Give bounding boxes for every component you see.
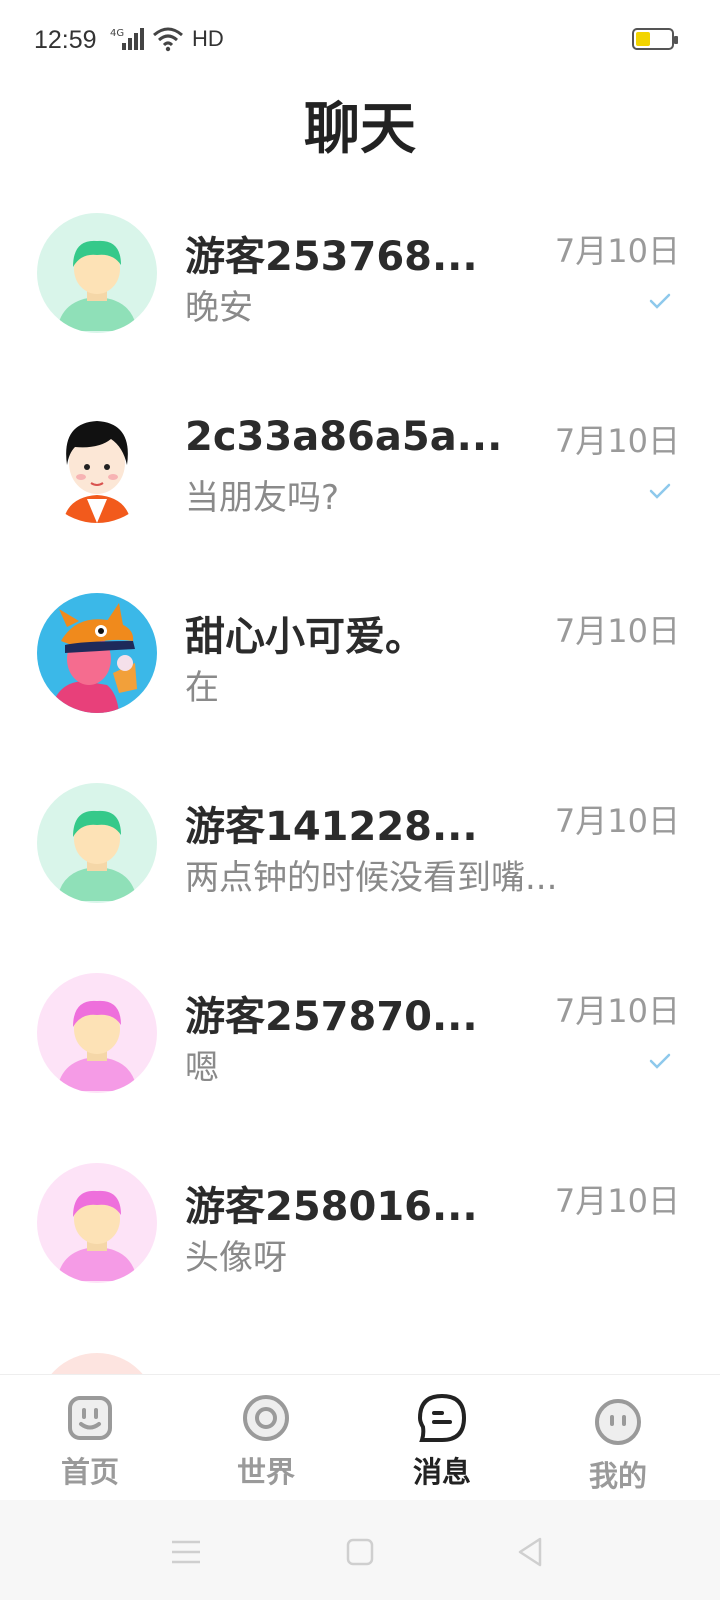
read-check-icon xyxy=(649,293,671,309)
pink-default-avatar[interactable] xyxy=(37,1163,157,1283)
nav-world[interactable]: 世界 xyxy=(176,1375,356,1501)
chat-date: 7月10日 xyxy=(554,802,680,840)
partial-avatar[interactable] xyxy=(37,1353,157,1374)
green-default-avatar[interactable] xyxy=(37,783,157,903)
system-nav-bar xyxy=(0,1500,720,1600)
chat-name: 游客258016... xyxy=(185,1184,478,1230)
chat-item[interactable]: 游客141228... 两点钟的时候没看到嘴... 7月10日 xyxy=(0,750,720,940)
read-check-icon xyxy=(649,1053,671,1069)
chat-date: 7月10日 xyxy=(554,612,680,650)
green-default-avatar[interactable] xyxy=(37,213,157,333)
world-ring-icon xyxy=(243,1395,289,1441)
illustrated-girl-avatar[interactable] xyxy=(37,593,157,713)
chat-date: 7月10日 xyxy=(554,422,680,460)
page-title: 聊天 xyxy=(304,97,416,162)
chat-preview: 头像呀 xyxy=(185,1238,287,1278)
chat-item[interactable]: 游客253768... 晚安 7月10日 xyxy=(0,180,720,370)
pink-default-avatar[interactable] xyxy=(37,973,157,1093)
chat-item[interactable]: 游客257870... 嗯 7月10日 xyxy=(0,940,720,1130)
home-square-icon[interactable] xyxy=(344,1536,376,1568)
hd-indicator: HD xyxy=(192,26,224,51)
chat-name: 甜心小可爱。 xyxy=(185,614,425,660)
menu-icon[interactable] xyxy=(170,1536,202,1568)
chat-name: 游客257870... xyxy=(185,994,478,1040)
nav-home[interactable]: 首页 xyxy=(0,1375,180,1501)
chat-item[interactable]: 游客258016... 头像呀 7月10日 xyxy=(0,1130,720,1320)
status-time: 12:59 xyxy=(34,26,97,54)
wifi-icon xyxy=(153,27,183,52)
nav-messages[interactable]: 消息 xyxy=(352,1375,532,1501)
nav-messages-label: 消息 xyxy=(412,1455,471,1489)
back-triangle-icon[interactable] xyxy=(514,1536,546,1568)
cellular-signal-icon: 4G xyxy=(110,28,144,50)
chat-name: 游客141228... xyxy=(185,804,478,850)
chat-name: 游客253768... xyxy=(185,234,478,280)
nav-profile-label: 我的 xyxy=(588,1459,647,1493)
chat-name: 2c33a86a5a... xyxy=(185,414,503,460)
chat-preview: 在 xyxy=(185,668,219,708)
message-bubble-icon xyxy=(417,1393,467,1442)
chat-item[interactable]: 甜心小可爱。 在 7月10日 xyxy=(0,560,720,750)
network-type: 4G xyxy=(110,28,124,39)
chat-item[interactable]: 2c33a86a5a... 当朋友吗? 7月10日 xyxy=(0,370,720,560)
chat-date: 7月10日 xyxy=(554,232,680,270)
nav-world-label: 世界 xyxy=(236,1455,295,1489)
chat-list[interactable]: 游客253768... 晚安 7月10日 2c33a86a5a... 当朋友吗? xyxy=(0,180,720,1374)
status-bar: 12:59 4G HD xyxy=(0,0,720,80)
chat-item[interactable] xyxy=(0,1320,720,1374)
home-face-icon xyxy=(68,1396,112,1440)
battery-level-fill xyxy=(636,32,650,46)
chat-preview: 当朋友吗? xyxy=(185,478,340,518)
chat-preview: 两点钟的时候没看到嘴... xyxy=(185,858,558,898)
status-icons: 4G HD xyxy=(110,24,224,54)
nav-home-label: 首页 xyxy=(60,1455,119,1489)
bottom-nav: 首页 世界 消息 我的 xyxy=(0,1374,720,1500)
chat-date: 7月10日 xyxy=(554,992,680,1030)
read-check-icon xyxy=(649,483,671,499)
nav-profile[interactable]: 我的 xyxy=(528,1375,708,1501)
chat-preview: 嗯 xyxy=(185,1048,219,1088)
battery-icon xyxy=(632,28,678,50)
profile-face-icon xyxy=(595,1399,641,1445)
cartoon-boy-avatar[interactable] xyxy=(37,403,157,523)
chat-preview: 晚安 xyxy=(185,288,253,328)
chat-date: 7月10日 xyxy=(554,1182,680,1220)
